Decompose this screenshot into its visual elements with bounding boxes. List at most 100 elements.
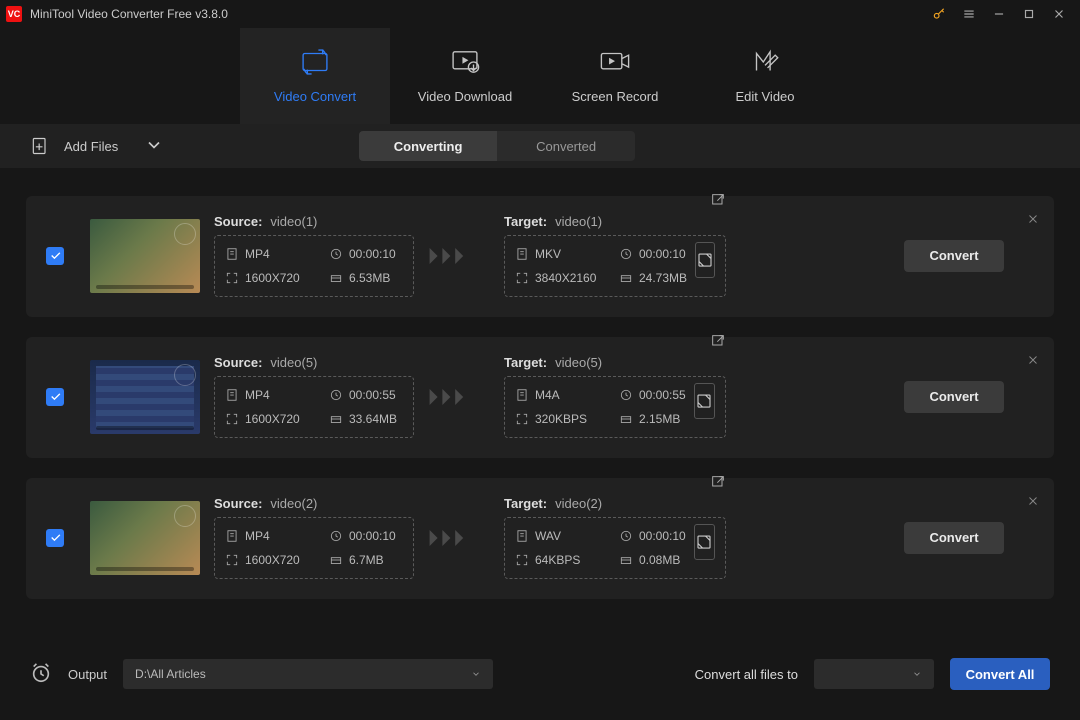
convert-button[interactable]: Convert [904,381,1004,413]
add-files-label: Add Files [64,139,118,154]
output-label: Output [68,667,107,682]
source-filename: video(2) [270,496,317,511]
convert-all-files-to-label: Convert all files to [695,667,798,682]
source-label: Source: [214,355,262,370]
item-checkbox[interactable] [46,529,64,547]
activate-icon[interactable] [924,0,954,28]
target-info: WAV 00:00:10 64KBPS 0.08MB [504,517,726,579]
source-info: MP4 00:00:10 1600X720 6.7MB [214,517,414,579]
target-settings-button[interactable] [695,242,715,278]
edit-target-icon[interactable] [710,333,726,352]
remove-item-icon[interactable] [1026,212,1040,229]
window-title: MiniTool Video Converter Free v3.8.0 [30,7,924,21]
seg-converting[interactable]: Converting [359,131,497,161]
conversion-item: Source: video(1) MP4 00:00:10 1600X720 6… [26,196,1054,317]
menu-icon[interactable] [954,0,984,28]
source-info: MP4 00:00:55 1600X720 33.64MB [214,376,414,438]
conversion-item: Source: video(5) MP4 00:00:55 1600X720 3… [26,337,1054,458]
edit-target-icon[interactable] [710,192,726,211]
source-info: MP4 00:00:10 1600X720 6.53MB [214,235,414,297]
target-block: Target: video(1) MKV 00:00:10 3840X2160 … [504,214,726,297]
target-format-dropdown[interactable] [814,659,934,689]
source-filename: video(1) [270,214,317,229]
size-icon [329,412,343,426]
app-logo-icon: VC [6,6,22,22]
edit-icon [748,48,782,79]
clock-icon [329,388,343,402]
tab-label: Edit Video [735,89,794,104]
chevron-down-icon [471,667,481,682]
tab-video-convert[interactable]: Video Convert [240,28,390,124]
source-filename: video(5) [270,355,317,370]
download-icon [448,48,482,79]
tab-label: Screen Record [572,89,659,104]
close-button[interactable] [1044,0,1074,28]
minimize-button[interactable] [984,0,1014,28]
size-icon [619,412,633,426]
source-block: Source: video(5) MP4 00:00:55 1600X720 3… [214,355,414,438]
main-tabs: Video Convert Video Download Screen Reco… [0,28,1080,124]
remove-item-icon[interactable] [1026,353,1040,370]
chevron-down-icon [912,667,922,682]
convert-button[interactable]: Convert [904,522,1004,554]
seg-converted[interactable]: Converted [497,131,635,161]
maximize-button[interactable] [1014,0,1044,28]
convert-icon [298,48,332,79]
titlebar: VC MiniTool Video Converter Free v3.8.0 [0,0,1080,28]
convert-button[interactable]: Convert [904,240,1004,272]
format-icon [515,529,529,543]
tab-label: Video Convert [274,89,356,104]
target-filename: video(5) [555,355,602,370]
clock-icon [329,247,343,261]
format-icon [225,388,239,402]
add-file-icon [30,136,50,156]
tab-edit-video[interactable]: Edit Video [690,28,840,124]
add-files-button[interactable]: Add Files [30,135,164,158]
toolbar: Add Files Converting Converted [0,124,1080,168]
target-label: Target: [504,355,547,370]
arrow-icon [428,527,476,549]
resolution-icon [225,412,239,426]
output-path-dropdown[interactable]: D:\All Articles [123,659,493,689]
output-path-value: D:\All Articles [135,667,471,681]
item-thumbnail[interactable] [90,501,200,575]
item-thumbnail[interactable] [90,219,200,293]
target-filename: video(2) [555,496,602,511]
source-block: Source: video(2) MP4 00:00:10 1600X720 6… [214,496,414,579]
tab-screen-record[interactable]: Screen Record [540,28,690,124]
resolution-icon [225,553,239,567]
size-icon [619,271,633,285]
source-label: Source: [214,214,262,229]
conversion-list: Source: video(1) MP4 00:00:10 1600X720 6… [0,168,1080,636]
tab-video-download[interactable]: Video Download [390,28,540,124]
item-thumbnail[interactable] [90,360,200,434]
target-label: Target: [504,214,547,229]
clock-icon [619,247,633,261]
edit-target-icon[interactable] [710,474,726,493]
clock-icon [619,388,633,402]
resolution-icon [515,553,529,567]
target-settings-button[interactable] [694,524,715,560]
status-segmented: Converting Converted [359,131,635,161]
source-label: Source: [214,496,262,511]
size-icon [329,271,343,285]
resolution-icon [515,271,529,285]
alarm-icon[interactable] [30,662,52,687]
arrow-icon [428,386,476,408]
resolution-icon [225,271,239,285]
size-icon [329,553,343,567]
size-icon [619,553,633,567]
item-checkbox[interactable] [46,247,64,265]
add-files-caret-icon[interactable] [144,135,164,158]
resolution-icon [515,412,529,426]
convert-all-button[interactable]: Convert All [950,658,1050,690]
target-block: Target: video(5) M4A 00:00:55 320KBPS 2.… [504,355,726,438]
format-icon [225,529,239,543]
target-settings-button[interactable] [694,383,715,419]
remove-item-icon[interactable] [1026,494,1040,511]
arrow-icon [428,245,476,267]
item-checkbox[interactable] [46,388,64,406]
format-icon [515,388,529,402]
target-label: Target: [504,496,547,511]
clock-icon [329,529,343,543]
